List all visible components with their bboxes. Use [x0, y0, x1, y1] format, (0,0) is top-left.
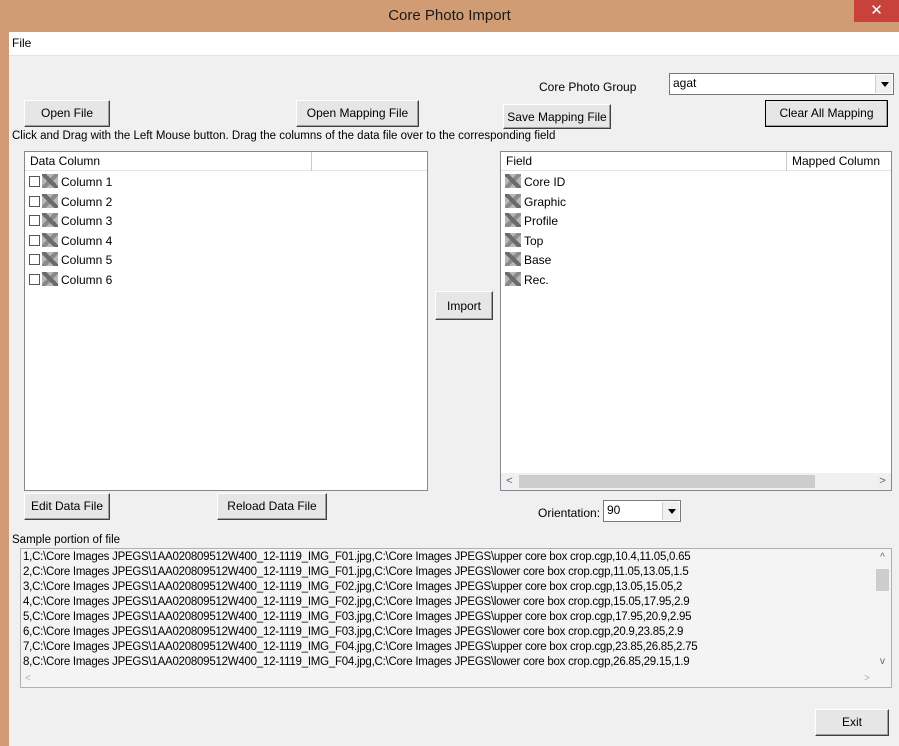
data-column-label: Column 1: [61, 175, 113, 189]
scroll-down-icon[interactable]: v: [874, 653, 891, 670]
data-column-header: Data Column: [25, 152, 427, 171]
mapped-column-header-label[interactable]: Mapped Column: [787, 152, 891, 171]
open-mapping-file-button[interactable]: Open Mapping File: [296, 100, 419, 127]
sample-horizontal-scrollbar[interactable]: < >: [21, 670, 874, 687]
field-label: Rec.: [524, 272, 549, 287]
list-item[interactable]: Column 3: [29, 212, 112, 231]
menu-bar: File: [9, 32, 899, 56]
sample-line: 4,C:\Core Images JPEGS\1AA020809512W400_…: [23, 596, 690, 608]
field-list-header: Field Mapped Column: [501, 152, 891, 171]
checkbox[interactable]: [29, 234, 40, 246]
orientation-label: Orientation:: [538, 506, 601, 520]
close-button[interactable]: ✕: [854, 0, 899, 22]
data-column-header-label[interactable]: Data Column: [25, 152, 312, 171]
clear-all-mapping-button[interactable]: Clear All Mapping: [765, 100, 888, 127]
data-column-label: Column 2: [61, 194, 113, 209]
field-header-label[interactable]: Field: [501, 152, 787, 171]
scrollbar-thumb[interactable]: [519, 475, 815, 488]
sample-line: 2,C:\Core Images JPEGS\1AA020809512W400_…: [23, 566, 689, 578]
core-photo-group-value: agat: [673, 76, 697, 90]
core-photo-group-select[interactable]: agat: [669, 73, 894, 95]
checkbox[interactable]: [29, 254, 40, 265]
list-item[interactable]: Rec.: [505, 271, 549, 290]
data-column-label: Column 4: [61, 233, 113, 248]
scrollbar-thumb[interactable]: [876, 569, 889, 591]
sample-line: 3,C:\Core Images JPEGS\1AA020809512W400_…: [23, 581, 683, 593]
exit-button[interactable]: Exit: [815, 709, 889, 736]
window-title: Core Photo Import: [388, 7, 511, 24]
field-label: Graphic: [524, 194, 567, 209]
list-item[interactable]: Top: [505, 232, 543, 251]
column-icon: [42, 193, 58, 208]
edit-data-file-button[interactable]: Edit Data File: [24, 493, 110, 520]
column-icon: [42, 213, 58, 227]
field-label: Profile: [524, 214, 559, 228]
scroll-left-icon[interactable]: <: [501, 473, 518, 490]
sample-vertical-scrollbar[interactable]: ^ v: [874, 549, 891, 670]
menu-file[interactable]: File: [12, 36, 31, 50]
field-icon: [505, 174, 521, 188]
chevron-down-icon[interactable]: [662, 502, 679, 520]
field-icon: [505, 232, 521, 247]
data-column-label: Column 5: [61, 253, 113, 267]
field-label: Core ID: [524, 175, 566, 189]
sample-portion-label: Sample portion of file: [12, 534, 121, 546]
open-file-button[interactable]: Open File: [24, 100, 110, 127]
column-icon: [42, 271, 58, 286]
scroll-right-icon[interactable]: >: [864, 670, 870, 687]
save-mapping-file-button[interactable]: Save Mapping File: [503, 104, 611, 129]
list-item[interactable]: Profile: [505, 212, 558, 231]
instructions-text: Click and Drag with the Left Mouse butto…: [12, 130, 556, 142]
field-icon: [505, 271, 521, 286]
field-label: Top: [524, 233, 544, 248]
title-bar[interactable]: Core Photo Import ✕: [0, 0, 899, 32]
column-icon: [42, 252, 58, 266]
column-icon: [42, 232, 58, 247]
data-column-label: Column 3: [61, 214, 113, 228]
data-column-label: Column 6: [61, 272, 113, 287]
column-icon: [42, 174, 58, 188]
scroll-left-icon[interactable]: <: [25, 670, 31, 687]
orientation-select[interactable]: 90: [603, 500, 681, 522]
core-photo-import-window: Core Photo Import ✕ File Core Photo Grou…: [0, 0, 899, 746]
chevron-down-icon[interactable]: [875, 75, 892, 93]
list-item[interactable]: Column 2: [29, 193, 112, 212]
list-item[interactable]: Column 1: [29, 173, 112, 192]
field-mapping-list[interactable]: Field Mapped Column Core ID Graphic Prof…: [500, 151, 892, 491]
field-icon: [505, 213, 521, 227]
sample-line: 5,C:\Core Images JPEGS\1AA020809512W400_…: [23, 611, 692, 623]
orientation-value: 90: [607, 503, 621, 517]
list-item[interactable]: Core ID: [505, 173, 565, 192]
scroll-right-icon[interactable]: >: [874, 473, 891, 490]
field-label: Base: [524, 253, 552, 267]
list-item[interactable]: Column 5: [29, 251, 112, 270]
checkbox[interactable]: [29, 176, 40, 187]
checkbox[interactable]: [29, 273, 40, 285]
field-icon: [505, 193, 521, 208]
reload-data-file-button[interactable]: Reload Data File: [217, 493, 327, 520]
data-column-list[interactable]: Data Column Column 1 Column 2 Column 3 C…: [24, 151, 428, 491]
import-button[interactable]: Import: [435, 291, 493, 320]
sample-line: 6,C:\Core Images JPEGS\1AA020809512W400_…: [23, 626, 684, 638]
sample-file-textbox[interactable]: 1,C:\Core Images JPEGS\1AA020809512W400_…: [20, 548, 892, 688]
list-item[interactable]: Base: [505, 251, 551, 270]
list-item[interactable]: Column 6: [29, 271, 112, 290]
list-item[interactable]: Graphic: [505, 193, 566, 212]
sample-line: 7,C:\Core Images JPEGS\1AA020809512W400_…: [23, 641, 698, 653]
sample-line: 8,C:\Core Images JPEGS\1AA020809512W400_…: [23, 656, 690, 668]
checkbox[interactable]: [29, 195, 40, 207]
list-item[interactable]: Column 4: [29, 232, 112, 251]
field-list-horizontal-scrollbar[interactable]: < >: [501, 473, 891, 490]
checkbox[interactable]: [29, 215, 40, 226]
scroll-up-icon[interactable]: ^: [874, 549, 891, 566]
dialog-client-area: File Core Photo Group agat Open File Ope…: [9, 32, 899, 746]
core-photo-group-label: Core Photo Group: [539, 80, 637, 94]
sample-line: 1,C:\Core Images JPEGS\1AA020809512W400_…: [23, 551, 691, 563]
field-icon: [505, 252, 521, 266]
